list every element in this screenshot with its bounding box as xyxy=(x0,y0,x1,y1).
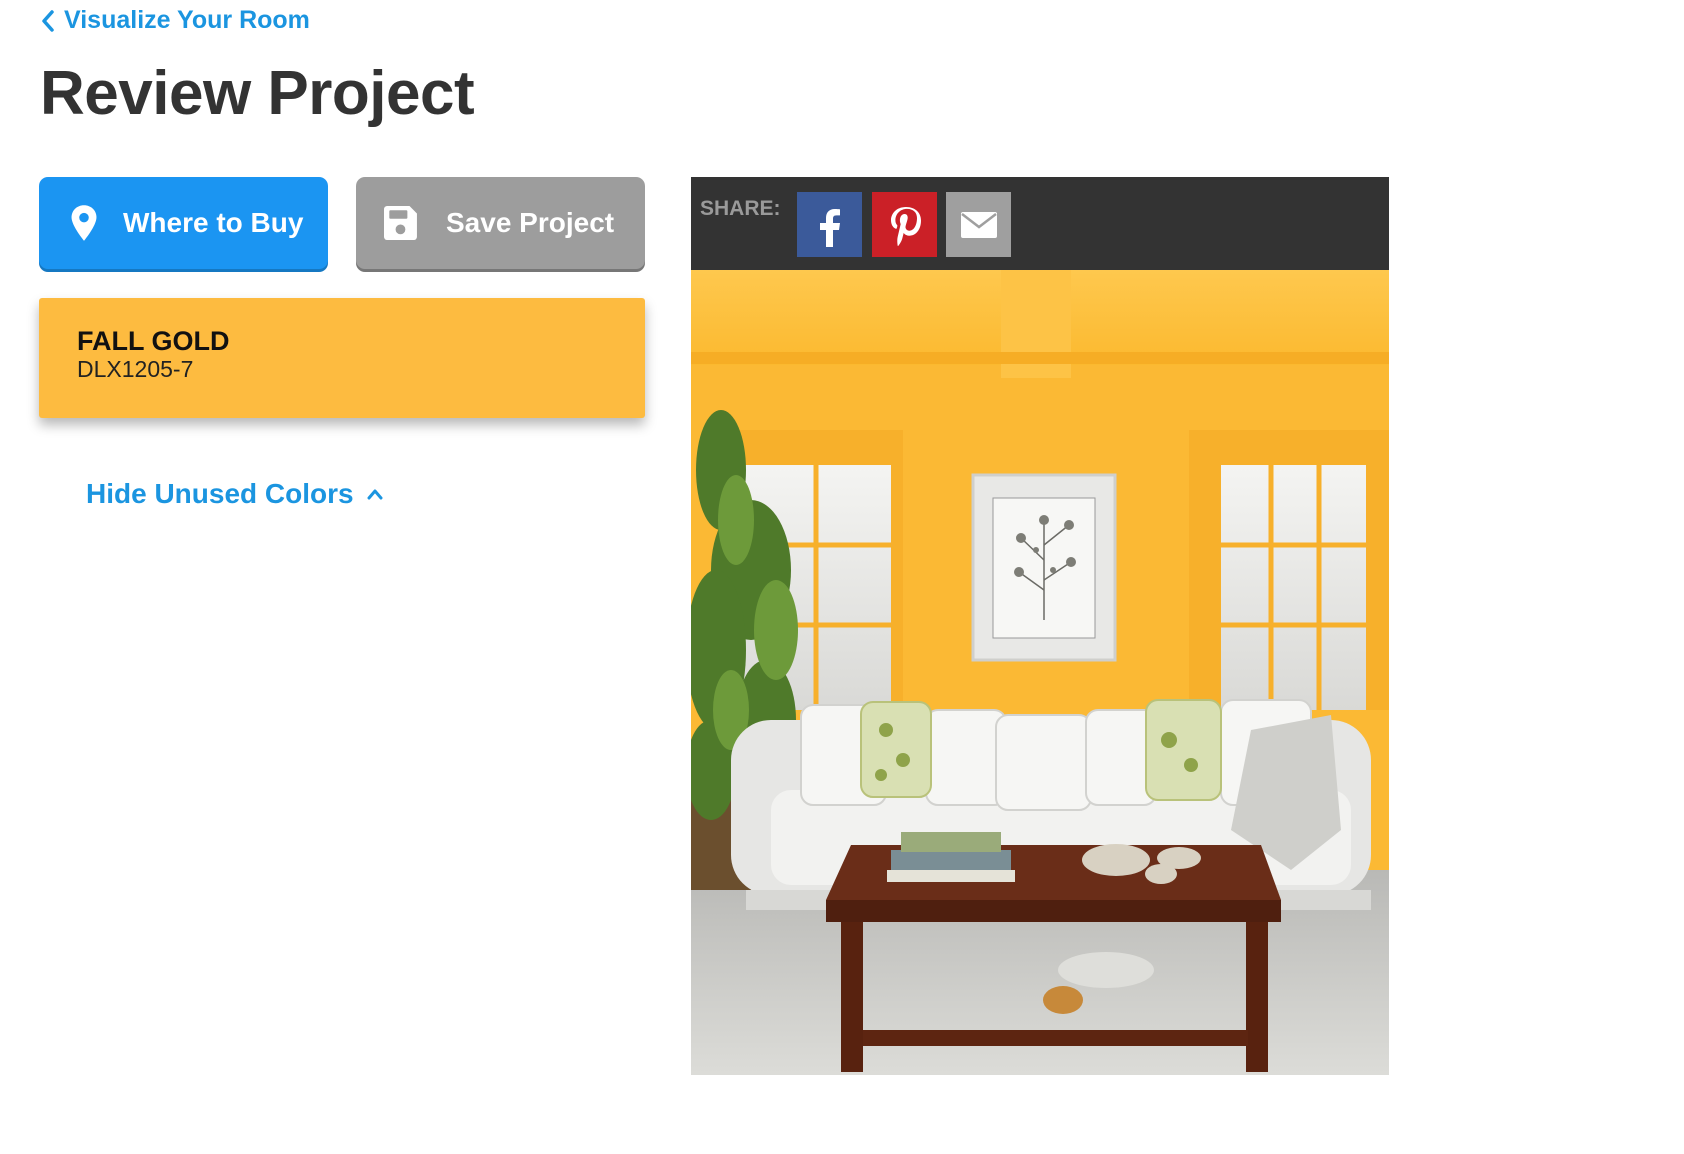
share-pinterest-button[interactable] xyxy=(872,192,937,257)
email-icon xyxy=(960,211,997,238)
pinterest-icon xyxy=(890,206,921,246)
room-visualization-image xyxy=(691,270,1389,1075)
where-to-buy-label: Where to Buy xyxy=(123,207,304,238)
page-title: Review Project xyxy=(40,59,475,128)
share-email-button[interactable] xyxy=(946,192,1011,257)
hide-unused-colors-toggle[interactable]: Hide Unused Colors xyxy=(86,478,384,510)
hide-unused-colors-label: Hide Unused Colors xyxy=(86,478,354,509)
back-link-label: Visualize Your Room xyxy=(64,6,310,34)
color-code: DLX1205-7 xyxy=(77,356,194,382)
save-project-button[interactable]: Save Project xyxy=(356,177,645,269)
facebook-icon xyxy=(819,208,840,247)
share-facebook-button[interactable] xyxy=(797,192,862,257)
share-bar: SHARE: xyxy=(691,177,1389,270)
where-to-buy-button[interactable]: Where to Buy xyxy=(39,177,328,269)
color-card-fall-gold[interactable]: FALL GOLD DLX1205-7 xyxy=(39,298,645,418)
chevron-up-icon xyxy=(367,489,383,500)
save-project-label: Save Project xyxy=(446,207,615,238)
color-name: FALL GOLD xyxy=(77,326,230,356)
floppy-disk-icon xyxy=(384,204,418,242)
room-preview-panel: SHARE: xyxy=(691,177,1389,1075)
share-label: SHARE: xyxy=(700,197,781,220)
map-pin-icon xyxy=(67,204,101,242)
back-link-visualize-room[interactable]: Visualize Your Room xyxy=(40,6,310,35)
chevron-left-icon xyxy=(42,9,54,32)
